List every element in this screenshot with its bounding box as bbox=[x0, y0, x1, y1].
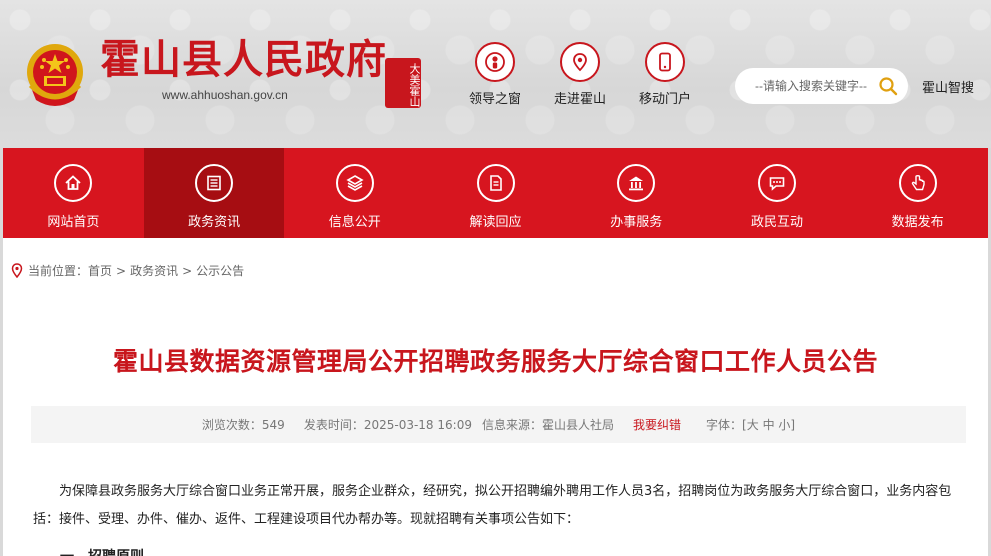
search-input[interactable] bbox=[755, 79, 870, 93]
news-icon bbox=[195, 164, 234, 202]
nav-item-interaction[interactable]: 政民互动 bbox=[707, 148, 848, 238]
site-title[interactable]: 霍山县人民政府 bbox=[100, 36, 387, 84]
breadcrumb-news[interactable]: 政务资讯 bbox=[130, 262, 178, 279]
breadcrumb-home[interactable]: 首页 bbox=[88, 262, 112, 279]
main-nav: 网站首页 政务资讯 信息公开 解读回应 办事服务 政民互动 数据发布 bbox=[3, 148, 988, 238]
views-count: 浏览次数：549 bbox=[201, 418, 285, 432]
publish-time: 发表时间：2025-03-18 16:09 bbox=[303, 418, 472, 432]
breadcrumb-separator: > bbox=[182, 263, 193, 278]
quick-link-label: 走进霍山 bbox=[553, 92, 606, 107]
nav-item-disclosure[interactable]: 信息公开 bbox=[284, 148, 425, 238]
breadcrumb-notices[interactable]: 公示公告 bbox=[196, 262, 244, 279]
seal-stamp: 大美霍山 bbox=[385, 58, 421, 108]
site-url: www.ahhuoshan.gov.cn bbox=[162, 88, 288, 102]
quick-link-leaders[interactable]: 领导之窗 bbox=[455, 42, 535, 107]
nav-item-services[interactable]: 办事服务 bbox=[566, 148, 707, 238]
font-size-medium[interactable]: 中 bbox=[763, 418, 775, 432]
location-pin-icon bbox=[560, 42, 600, 82]
person-icon bbox=[475, 42, 515, 82]
nav-item-label: 数据发布 bbox=[891, 215, 944, 230]
nav-item-label: 政民互动 bbox=[750, 215, 803, 230]
hand-pointer-icon bbox=[898, 164, 937, 202]
location-pin-icon bbox=[11, 263, 23, 278]
quick-link-mobile[interactable]: 移动门户 bbox=[625, 42, 705, 107]
search-icon[interactable] bbox=[878, 76, 898, 100]
nav-item-label: 网站首页 bbox=[47, 215, 100, 230]
nav-item-label: 解读回应 bbox=[469, 215, 522, 230]
chat-icon bbox=[757, 164, 796, 202]
breadcrumb-prefix: 当前位置： bbox=[28, 264, 89, 278]
quick-link-about[interactable]: 走进霍山 bbox=[540, 42, 620, 107]
breadcrumb: 当前位置： 首页 > 政务资讯 > 公示公告 bbox=[11, 262, 244, 279]
quick-link-label: 移动门户 bbox=[638, 92, 691, 107]
building-icon bbox=[617, 164, 656, 202]
info-source: 信息来源：霍山县人社局 bbox=[481, 418, 614, 432]
breadcrumb-separator: > bbox=[116, 263, 127, 278]
font-size-large[interactable]: 大 bbox=[747, 418, 759, 432]
report-error-link[interactable]: 我要纠错 bbox=[633, 416, 681, 433]
nav-item-home[interactable]: 网站首页 bbox=[3, 148, 144, 238]
smart-search-link[interactable]: 霍山智搜 bbox=[922, 77, 974, 96]
national-emblem-icon[interactable] bbox=[22, 40, 88, 112]
article-section-heading: 一、招聘原则 bbox=[60, 544, 180, 556]
font-size-control: 字体：[大 中 小] bbox=[706, 418, 796, 432]
nav-item-news[interactable]: 政务资讯 bbox=[143, 148, 285, 238]
main-content: 当前位置： 首页 > 政务资讯 > 公示公告 霍山县数据资源管理局公开招聘政务服… bbox=[3, 238, 988, 556]
nav-item-label: 信息公开 bbox=[328, 215, 381, 230]
article-meta: 浏览次数：549 发表时间：2025-03-18 16:09 信息来源：霍山县人… bbox=[31, 406, 966, 443]
document-icon bbox=[476, 164, 515, 202]
nav-item-data[interactable]: 数据发布 bbox=[847, 148, 988, 238]
layers-icon bbox=[335, 164, 374, 202]
nav-item-label: 办事服务 bbox=[610, 215, 663, 230]
quick-link-label: 领导之窗 bbox=[468, 92, 521, 107]
nav-item-interpretation[interactable]: 解读回应 bbox=[425, 148, 566, 238]
nav-item-label: 政务资讯 bbox=[188, 215, 241, 230]
article-title: 霍山县数据资源管理局公开招聘政务服务大厅综合窗口工作人员公告 bbox=[112, 347, 878, 376]
site-header: 霍山县人民政府 www.ahhuoshan.gov.cn 大美霍山 领导之窗 走… bbox=[0, 0, 991, 148]
mobile-phone-icon bbox=[645, 42, 685, 82]
article-paragraph: 为保障县政务服务大厅综合窗口业务正常开展，服务企业群众，经研究，拟公开招聘编外聘… bbox=[33, 484, 952, 527]
home-icon bbox=[54, 164, 93, 202]
search-box bbox=[735, 68, 908, 104]
font-size-small[interactable]: 小 bbox=[778, 418, 790, 432]
